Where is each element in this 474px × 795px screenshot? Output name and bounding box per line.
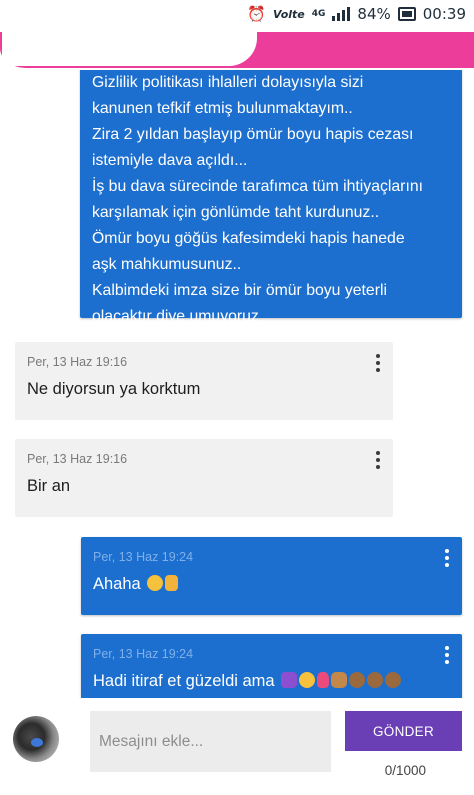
character-counter: 0/1000 (384, 763, 426, 778)
message-content: Ahaha (93, 575, 179, 594)
message-line: istemiyle dava açıldı... (92, 152, 248, 169)
message-line: Gizlilik politikası ihlalleri dolayısıyl… (92, 74, 364, 91)
message-text: Hadi itiraf et güzeldi ama (93, 672, 275, 690)
person-emoji-icon (331, 672, 348, 688)
clock: 00:39 (422, 5, 466, 23)
message-line: İş bu dava sürecinde tarafımca tüm ihtiy… (92, 178, 424, 195)
battery-icon (397, 7, 416, 21)
message-line: aşk mahkumusunuz.. (92, 256, 242, 273)
message-text: Ahaha (93, 575, 141, 593)
message-content: Hadi itiraf et güzeldi ama (93, 672, 402, 691)
woman-gesturing-emoji-icon (281, 672, 298, 688)
laughing-emoji-icon (147, 575, 164, 591)
alarm-clock-icon: ⏰ (247, 5, 266, 23)
see-no-evil-monkey-emoji-icon (367, 672, 384, 688)
message-line: Zira 2 yıldan başlayıp ömür boyu hapis c… (92, 126, 414, 143)
message-bubble-sent[interactable]: Per, 13 Haz 19:24 Ahaha (81, 537, 462, 615)
message-line: karşılamak için gönlümde taht kurdunuz.. (92, 204, 380, 221)
message-timestamp: Per, 13 Haz 19:24 (93, 647, 194, 661)
message-text: Ne diyorsun ya korktum (27, 380, 201, 398)
user-avatar[interactable] (13, 716, 59, 762)
message-text: Bir an (27, 477, 71, 495)
message-line: Kalbimdeki imza size bir ömür boyu yeter… (92, 282, 387, 299)
see-no-evil-monkey-emoji-icon (349, 672, 366, 688)
see-no-evil-monkey-emoji-icon (385, 672, 402, 688)
message-menu-icon[interactable] (373, 354, 383, 372)
send-button[interactable]: GÖNDER (345, 711, 462, 751)
message-bubble-sent[interactable]: Gizlilik politikası ihlalleri dolayısıyl… (80, 70, 462, 325)
message-line: olacaktır diye umuyoruz (92, 308, 259, 325)
message-menu-icon[interactable] (442, 549, 452, 567)
message-line: kanunen tefkif etmiş bulunmaktayım.. (92, 100, 353, 117)
message-timestamp: Per, 13 Haz 19:16 (27, 355, 128, 369)
status-icons: ⏰ Volte 4G 84% 00:39 (247, 5, 466, 23)
volte-indicator: Volte (273, 7, 305, 21)
message-input[interactable] (90, 711, 331, 772)
message-line: Ömür boyu göğüs kafesimdeki hapis hanede (92, 230, 405, 247)
lte-indicator: 4G (311, 8, 326, 19)
message-bubble-received[interactable]: Per, 13 Haz 19:16 Ne diyorsun ya korktum (15, 342, 393, 420)
status-bar: ⏰ Volte 4G 84% 00:39 (0, 0, 474, 32)
chat-thread[interactable]: Gizlilik politikası ihlalleri dolayısıyl… (0, 70, 474, 698)
message-bubble-sent[interactable]: Per, 13 Haz 19:24 Hadi itiraf et güzeldi… (81, 634, 462, 698)
rolling-eyes-emoji-icon (299, 672, 316, 688)
battery-percent: 84% (357, 5, 391, 23)
thumbs-up-emoji-icon (165, 575, 179, 591)
signal-strength-icon (332, 7, 351, 21)
message-menu-icon[interactable] (373, 451, 383, 469)
message-composer: GÖNDER 0/1000 (0, 698, 474, 795)
tulip-emoji-icon (317, 672, 330, 688)
message-bubble-received[interactable]: Per, 13 Haz 19:16 Bir an (15, 439, 393, 517)
message-timestamp: Per, 13 Haz 19:16 (27, 452, 128, 466)
app-header (0, 32, 474, 70)
message-menu-icon[interactable] (442, 646, 452, 664)
message-timestamp: Per, 13 Haz 19:24 (93, 550, 194, 564)
redacted-area (2, 32, 257, 66)
